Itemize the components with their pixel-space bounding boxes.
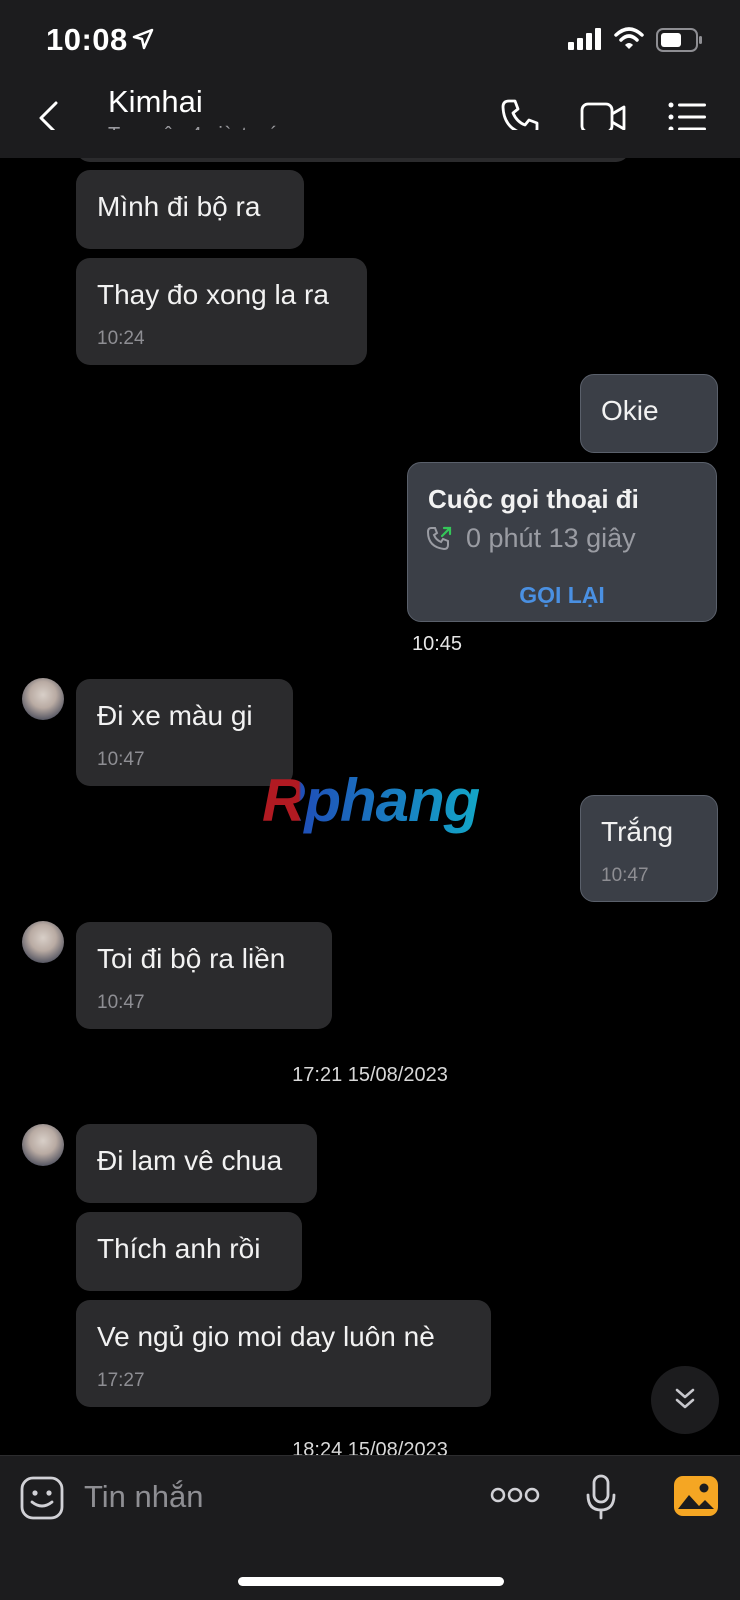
battery-icon <box>656 28 702 52</box>
cellular-signal-icon <box>568 28 601 50</box>
double-chevron-down-icon <box>675 1388 695 1409</box>
input-divider <box>0 1455 740 1456</box>
more-options-icon[interactable] <box>490 1486 540 1504</box>
contact-avatar[interactable] <box>22 1124 64 1166</box>
contact-name[interactable]: Kimhai <box>108 84 203 120</box>
message-text: Đi lam vê chua <box>97 1145 283 1176</box>
status-time: 10:08 <box>46 22 128 57</box>
call-back-button[interactable]: GỌI LẠI <box>407 582 717 609</box>
message-time: 17:27 <box>97 1370 145 1391</box>
contact-avatar[interactable] <box>22 678 64 720</box>
location-arrow-icon <box>132 28 154 50</box>
message-text: Ve ngủ gio moi day luôn nè <box>97 1321 435 1352</box>
message-text: Thích anh rồi <box>97 1233 261 1264</box>
microphone-icon[interactable] <box>584 1474 618 1520</box>
message-time: 10:47 <box>97 749 145 770</box>
sticker-emoji-icon[interactable] <box>20 1476 64 1520</box>
message-text: Toi đi bộ ra liền <box>97 943 286 974</box>
message-text: Trắng <box>601 816 674 847</box>
header-overlap <box>0 130 740 158</box>
message-text: Đi xe màu gi <box>97 700 253 731</box>
menu-list-icon[interactable] <box>668 102 706 132</box>
message-time: 10:24 <box>97 328 145 349</box>
message-time: 10:47 <box>601 865 649 886</box>
message-text: Thay đo xong la ra <box>97 279 329 310</box>
outgoing-call-icon <box>426 526 452 551</box>
message-text: Okie <box>601 395 659 426</box>
call-title: Cuộc gọi thoại đi <box>428 484 639 514</box>
scroll-to-bottom-button[interactable] <box>651 1366 719 1434</box>
photo-gallery-icon[interactable] <box>673 1475 719 1517</box>
message-time: 10:47 <box>97 992 145 1013</box>
call-time: 10:45 <box>412 633 463 655</box>
wifi-icon <box>614 27 644 49</box>
home-indicator <box>238 1577 504 1586</box>
call-duration: 0 phút 13 giây <box>466 523 636 553</box>
contact-avatar[interactable] <box>22 921 64 963</box>
watermark-logo: Rphang <box>262 767 480 834</box>
message-input[interactable] <box>84 1477 464 1517</box>
message-text: Mình đi bộ ra <box>97 191 261 222</box>
date-separator: 17:21 15/08/2023 <box>292 1064 448 1086</box>
